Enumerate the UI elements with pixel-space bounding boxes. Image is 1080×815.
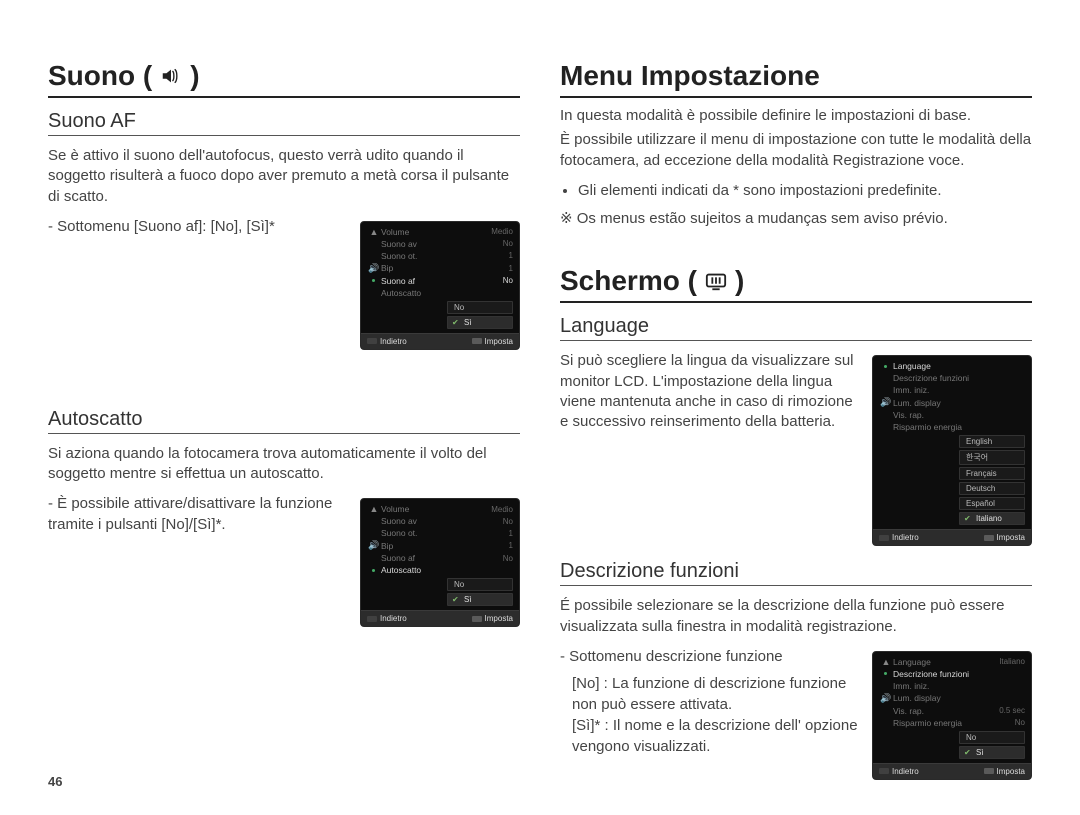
menu-row: ▲LanguageItaliano [877, 656, 1027, 668]
suono-af-body: Se è attivo il suono dell'autofocus, que… [48, 146, 520, 207]
menu-row: Descrizione funzioni [877, 668, 1027, 680]
descrizione-sublabel: - Sottomenu descrizione funzione [560, 647, 860, 667]
suono-af-subnote: - Sottomenu [Suono af]: [No], [Sì]* [48, 217, 348, 237]
menu-option: 한국어 [959, 450, 1025, 465]
menu-options: No Sì [365, 301, 515, 329]
menu-row: Suono avNo [365, 515, 515, 527]
heading-suono-close: ) [190, 60, 199, 92]
menu-row: Imm. iniz. [877, 680, 1027, 692]
heading-schermo-close: ) [735, 265, 744, 297]
menu-options: No Sì [365, 578, 515, 606]
menu-option: Español [959, 497, 1025, 510]
menu-option: Sì [447, 593, 513, 606]
subheading-autoscatto: Autoscatto [48, 408, 520, 434]
menu-option: Français [959, 467, 1025, 480]
speaker-icon [160, 65, 182, 87]
definition-line: [Sì]* : Il nome e la descrizione dell' o… [572, 715, 860, 757]
menu-footer: IndietroImposta [361, 610, 519, 626]
descrizione-screenshot: ▲LanguageItalianoDescrizione funzioniImm… [872, 651, 1032, 780]
menu-row: Suono afNo [365, 552, 515, 564]
display-icon [705, 270, 727, 292]
heading-suono-text: Suono ( [48, 60, 152, 92]
menu-option: Sì [447, 316, 513, 329]
menu-row: Imm. iniz. [877, 384, 1027, 396]
menu-row: Vis. rap. [877, 409, 1027, 421]
menu-row: 🔊Lum. display [877, 396, 1027, 409]
menu-option: No [447, 578, 513, 591]
menu-row: Risparmio energia [877, 421, 1027, 433]
menu-option: English [959, 435, 1025, 448]
menu-row: Language [877, 360, 1027, 372]
language-screenshot: LanguageDescrizione funzioniImm. iniz.🔊L… [872, 355, 1032, 546]
heading-suono: Suono ( ) [48, 60, 520, 98]
left-column: Suono ( ) Suono AF Se è attivo il suono … [48, 60, 520, 795]
menu-row: Autoscatto [365, 287, 515, 299]
menu-row: Suono ot.1 [365, 250, 515, 262]
language-body: Si può scegliere la lingua da visualizza… [560, 351, 860, 432]
menu-option: No [959, 731, 1025, 744]
menu-row: Risparmio energiaNo [877, 717, 1027, 729]
autoscatto-body: Si aziona quando la fotocamera trova aut… [48, 444, 520, 485]
menu-options: English 한국어 Français Deutsch Español Italiano [877, 435, 1027, 525]
menu-footer: IndietroImposta [873, 529, 1031, 545]
intro-bullet-list: Gli elementi indicati da * sono impostaz… [560, 181, 1032, 201]
menu-option: Deutsch [959, 482, 1025, 495]
intro-note: ※ Os menus estão sujeitos a mudanças sem… [560, 209, 1032, 229]
autoscatto-screenshot: ▲VolumeMedioSuono avNoSuono ot.1🔊Bip1Suo… [360, 498, 520, 627]
menu-row: Descrizione funzioni [877, 372, 1027, 384]
menu-footer: IndietroImposta [361, 333, 519, 349]
suono-af-screenshot: ▲VolumeMedioSuono avNoSuono ot.1🔊Bip1Suo… [360, 221, 520, 350]
menu-row: ▲VolumeMedio [365, 226, 515, 238]
descrizione-body: É possibile selezionare se la descrizion… [560, 596, 1032, 637]
menu-row: 🔊Lum. display [877, 692, 1027, 705]
menu-row: 🔊Bip1 [365, 539, 515, 552]
menu-options: No Sì [877, 731, 1027, 759]
menu-option: Sì [959, 746, 1025, 759]
intro-bullet: Gli elementi indicati da * sono impostaz… [578, 181, 1032, 201]
subheading-language: Language [560, 315, 1032, 341]
autoscatto-subnote: - È possibile attivare/disattivare la fu… [48, 494, 348, 535]
heading-menu-impostazione-text: Menu Impostazione [560, 60, 820, 92]
menu-row: Autoscatto [365, 564, 515, 576]
menu-row: Suono avNo [365, 238, 515, 250]
menu-option: No [447, 301, 513, 314]
subheading-descrizione-funzioni: Descrizione funzioni [560, 560, 1032, 586]
heading-menu-impostazione: Menu Impostazione [560, 60, 1032, 98]
heading-schermo: Schermo ( ) [560, 265, 1032, 303]
right-column: Menu Impostazione In questa modalità è p… [560, 60, 1032, 795]
definition-line: [No] : La funzione di descrizione funzio… [572, 673, 860, 715]
page-number: 46 [48, 774, 62, 789]
menu-row: Suono afNo [365, 275, 515, 287]
intro-line-2: È possibile utilizzare il menu di impost… [560, 130, 1032, 171]
intro-line-1: In questa modalità è possibile definire … [560, 106, 1032, 126]
menu-option: Italiano [959, 512, 1025, 525]
menu-row: Suono ot.1 [365, 527, 515, 539]
menu-footer: IndietroImposta [873, 763, 1031, 779]
menu-row: Vis. rap.0.5 sec [877, 705, 1027, 717]
menu-row: 🔊Bip1 [365, 262, 515, 275]
descrizione-defs: [No] : La funzione di descrizione funzio… [560, 673, 860, 757]
subheading-suono-af: Suono AF [48, 110, 520, 136]
menu-row: ▲VolumeMedio [365, 503, 515, 515]
heading-schermo-text: Schermo ( [560, 265, 697, 297]
